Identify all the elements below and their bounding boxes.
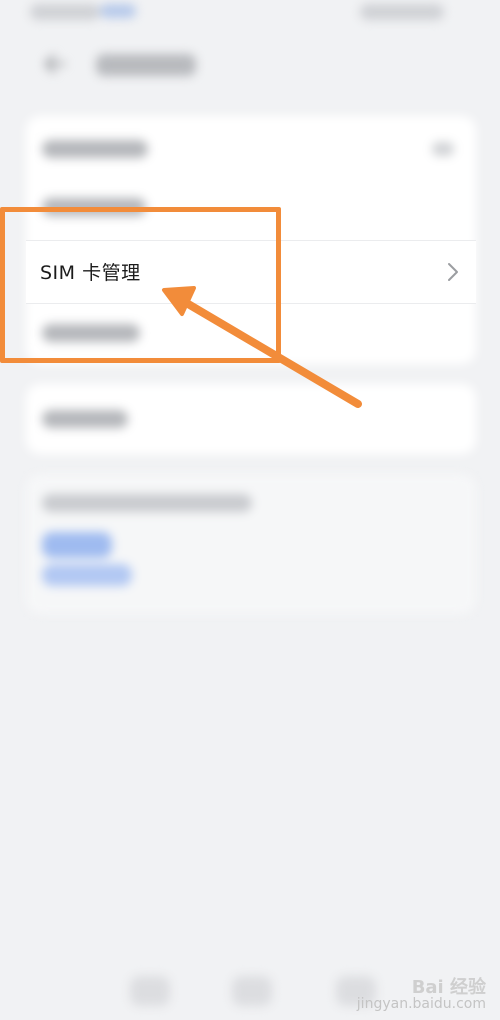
status-indicators (360, 4, 444, 20)
watermark-logo: Bai 经验 (411, 977, 486, 998)
settings-card-2 (26, 384, 476, 454)
status-bar (0, 0, 500, 30)
watermark: Bai 经验 jingyan.baidu.com (356, 977, 486, 1013)
header (0, 40, 500, 90)
chevron-right-icon (448, 263, 458, 281)
watermark-url: jingyan.baidu.com (356, 996, 486, 1012)
list-item[interactable] (26, 384, 476, 454)
nav-item[interactable] (232, 976, 272, 1006)
status-network (100, 4, 136, 18)
list-item[interactable] (26, 116, 476, 178)
nav-item[interactable] (130, 976, 170, 1006)
status-time (30, 4, 100, 20)
back-arrow-icon[interactable] (40, 52, 68, 76)
highlight-box (0, 207, 281, 363)
page-title (96, 54, 196, 76)
settings-card-3 (26, 474, 476, 614)
